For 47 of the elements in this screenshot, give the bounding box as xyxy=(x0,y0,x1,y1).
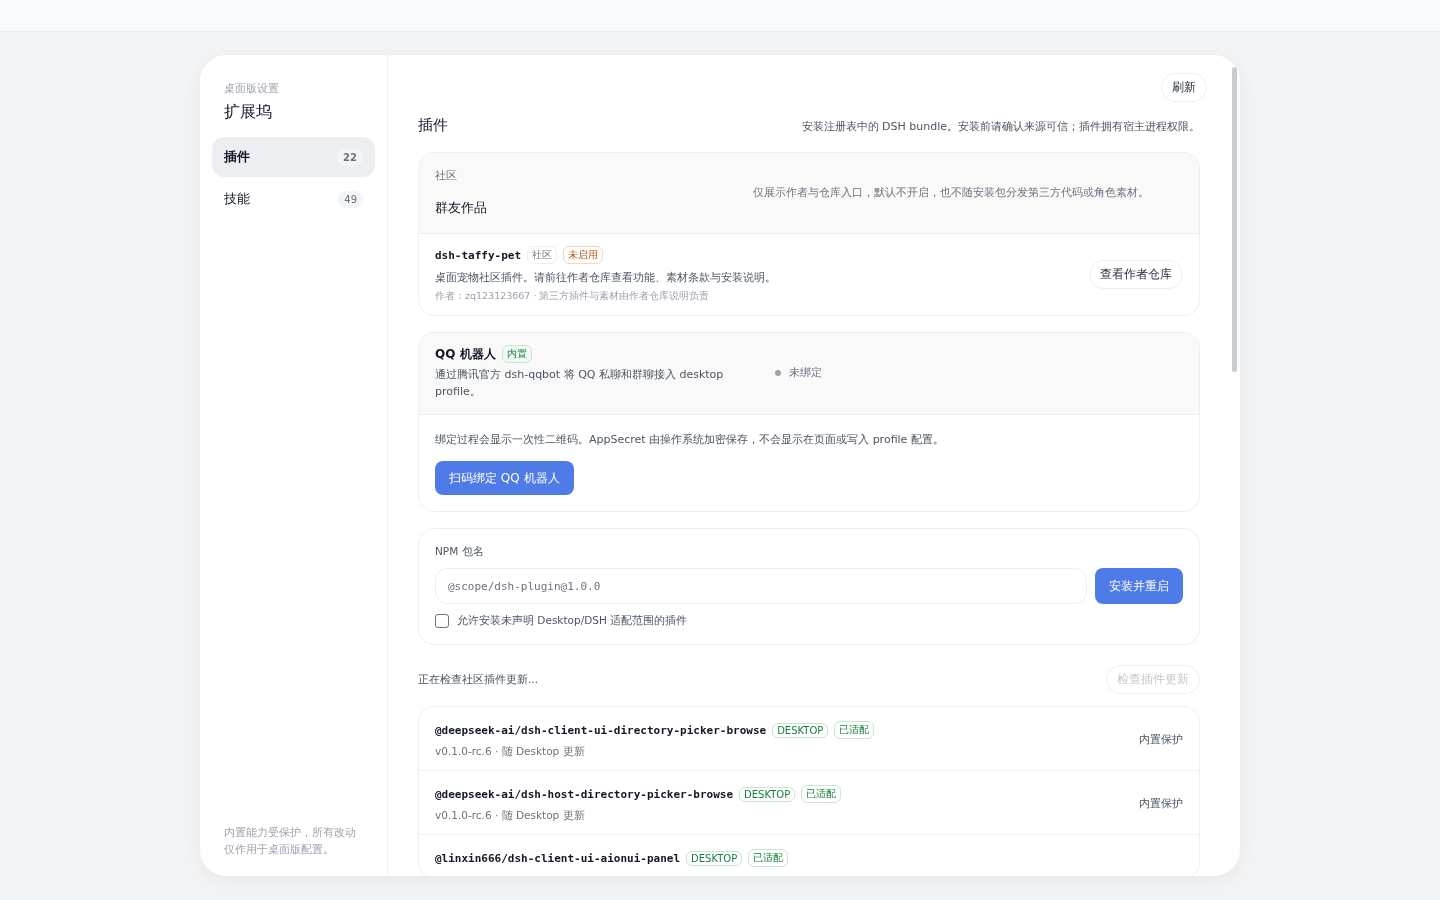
plugin-name: @linxin666/dsh-client-ui-aionui-panel xyxy=(435,851,681,865)
npm-label: NPM 包名 xyxy=(435,545,485,559)
sidebar-item-label: 技能 xyxy=(224,190,250,208)
community-note: 仅展示作者与仓库入口，默认不开启，也不随安装包分发第三方代码或角色素材。 xyxy=(753,186,1149,200)
plugin-tag: DESKTOP xyxy=(772,722,829,738)
plugin-version: v0.1.0-rc.6 · 随 Desktop 更新 xyxy=(435,809,586,823)
count-badge: 22 xyxy=(337,148,363,166)
sidebar-item[interactable]: 插件 22 xyxy=(212,137,375,177)
plugin-tag: 社区 xyxy=(527,246,558,264)
plugin-name: dsh-taffy-pet xyxy=(435,248,522,262)
bind-qq-bot-button[interactable]: 扫码绑定 QQ 机器人 xyxy=(435,461,574,495)
section-description: 安装注册表中的 DSH bundle。安装前请确认来源可信；插件拥有宿主进程权限。 xyxy=(801,119,1200,134)
plugin-state: 内置保护 xyxy=(1139,797,1183,811)
sidebar-item-label: 插件 xyxy=(224,148,250,166)
plugin-tag: DESKTOP xyxy=(686,850,743,866)
checkbox-label: 允许安装未声明 Desktop/DSH 适配范围的插件 xyxy=(457,614,688,628)
settings-eyebrow: 桌面版设置 xyxy=(223,81,280,96)
qq-bot-note: 绑定过程会显示一次性二维码。AppSecret 由操作系统加密保存，不会显示在页面或写入 profile 配置。 xyxy=(435,432,945,448)
community-eyebrow: 社区 xyxy=(435,169,458,183)
plugin-version: v0.1.0-rc.6 · 随 Desktop 更新 xyxy=(435,745,586,759)
qq-bot-description: 通过腾讯官方 dsh-qqbot 将 QQ 私聊和群聊接入 desktop profile。 xyxy=(435,367,725,400)
qq-bot-title: QQ 机器人 xyxy=(435,345,496,363)
sidebar-footnote: 内置能力受保护，所有改动仅作用于桌面版配置。 xyxy=(223,825,357,857)
plugin-description: 桌面宠物社区插件。请前往作者仓库查看功能、素材条款与安装说明。 xyxy=(435,270,776,286)
plugin-tag: 已适配 xyxy=(801,785,842,803)
community-title: 群友作品 xyxy=(435,199,487,217)
package-input-field[interactable]: @scope/dsh-plugin@1.0.0 xyxy=(435,568,1087,604)
install-restart-button[interactable]: 安装并重启 xyxy=(1095,568,1183,604)
plugin-author: 作者：zq123123667 · 第三方插件与素材由作者仓库说明负责 xyxy=(435,290,711,303)
refresh-button[interactable]: 刷新 xyxy=(1161,73,1207,102)
plugin-name: @deepseek-ai/dsh-client-ui-directory-picker-browse xyxy=(435,723,767,737)
plugin-tag: 已适配 xyxy=(834,721,875,739)
plugin-state: 内置保护 xyxy=(1139,733,1183,747)
plugin-tag: 已适配 xyxy=(748,849,789,867)
plugin-name: @deepseek-ai/dsh-host-directory-picker-browse xyxy=(435,787,733,801)
checkbox[interactable] xyxy=(435,614,449,628)
bind-status: 未绑定 xyxy=(789,365,822,380)
view-repo-button[interactable]: 查看作者仓库 xyxy=(1089,260,1183,289)
update-status: 正在检查社区插件更新... xyxy=(418,672,538,687)
sidebar-title: 扩展坞 xyxy=(223,101,273,123)
scrollbar-thumb[interactable] xyxy=(1232,67,1237,372)
section-title: 插件 xyxy=(418,116,448,135)
count-badge: 49 xyxy=(338,190,363,208)
builtin-tag: 内置 xyxy=(501,345,532,363)
sidebar-item[interactable]: 技能 49 xyxy=(212,179,375,219)
plugin-tag: 未启用 xyxy=(563,246,604,264)
plugin-tag: DESKTOP xyxy=(739,786,796,802)
